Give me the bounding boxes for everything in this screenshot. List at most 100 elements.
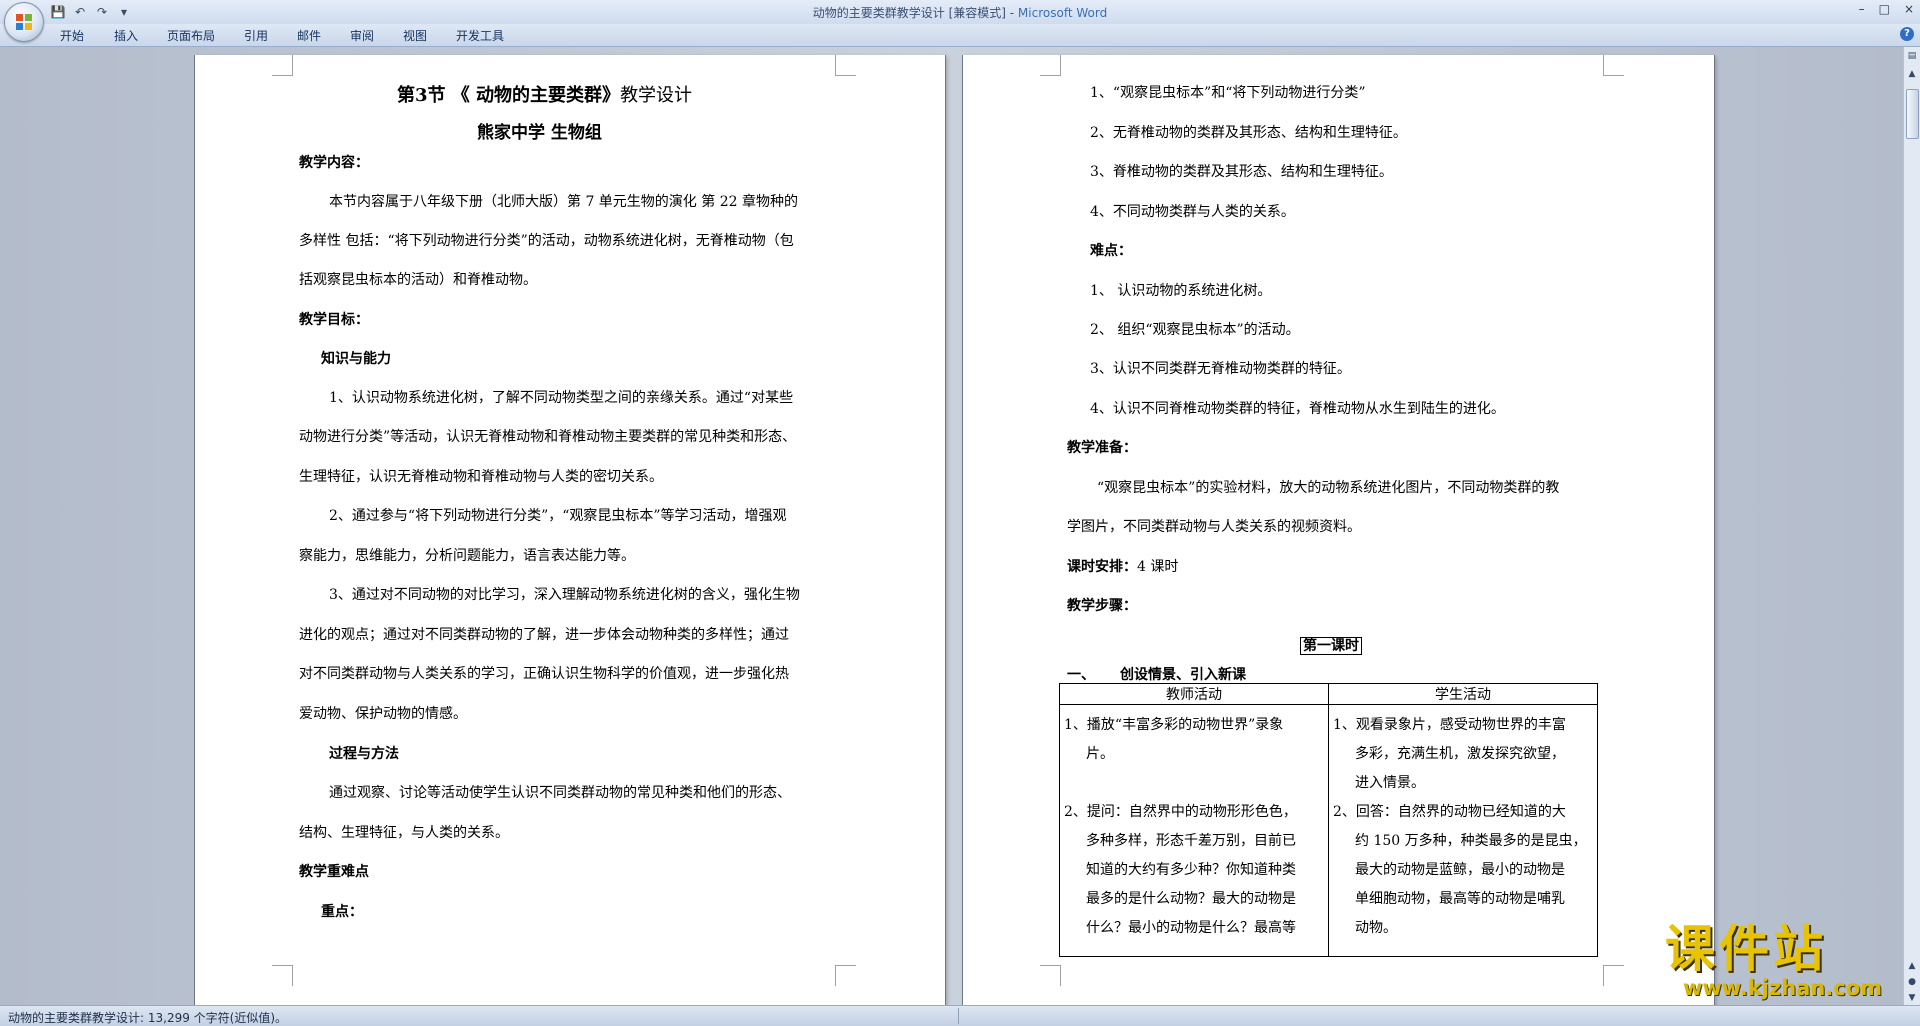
close-button[interactable]: × [1904,2,1914,16]
office-button[interactable] [4,2,44,42]
table-text: 多种多样，形态千差万别，目前已 [1086,833,1296,849]
paragraph-line: 察能力，思维能力，分析问题能力，语言表达能力等。 [299,548,635,564]
table-text: 动物。 [1355,920,1397,936]
paragraph-line: 多样性 包括：“将下列动物进行分类”的活动，动物系统进化树，无脊椎动物（包 [299,233,794,249]
list-item: 3、认识不同类群无脊椎动物类群的特征。 [1090,361,1351,377]
margin-corner [835,55,856,76]
next-page-icon[interactable]: ▼ [1905,991,1919,1005]
watermark-url: www.kjzhan.com [1683,976,1883,1000]
previous-page-icon[interactable]: ▲ [1905,959,1919,973]
document-page-2[interactable]: 1、“观察昆虫标本”和“将下列动物进行分类” 2、无脊椎动物的类群及其形态、结构… [963,55,1714,1015]
help-icon[interactable]: ? [1900,27,1914,41]
table-text [1064,769,1324,798]
tab-page-layout[interactable]: 页面布局 [167,27,215,44]
watermark-logo: 课件站 www.kjzhan.com [1665,922,1905,1002]
table-text: 1、观看录象片，感受动物世界的丰富 [1333,717,1566,733]
table-header: 教师活动 [1059,683,1329,705]
margin-corner [272,55,293,76]
tab-review[interactable]: 审阅 [350,27,374,44]
paragraph-line: 1、认识动物系统进化树，了解不同动物类型之间的亲缘关系。通过“对某些 [329,390,794,406]
office-logo-icon [16,14,32,30]
margin-corner [272,965,293,986]
table-text: 2、提问：自然界中的动物形形色色， [1064,804,1297,820]
tab-view[interactable]: 视图 [403,27,427,44]
table-text: 进入情景。 [1355,775,1425,791]
scroll-up-icon[interactable]: ▲ [1905,67,1919,81]
status-divider [958,1008,959,1024]
tab-references[interactable]: 引用 [244,27,268,44]
paragraph-line: 生理特征，认识无脊椎动物和脊椎动物与人类的密切关系。 [299,469,663,485]
subsection-heading: 难点： [1090,243,1132,259]
schedule-line: 课时安排：4 课时 [1067,559,1179,575]
scrollbar-thumb[interactable] [1906,89,1919,139]
section-heading: 教学准备： [1067,440,1137,456]
table-text: 最多的是什么动物？最大的动物是 [1086,891,1296,907]
list-item: 4、不同动物类群与人类的关系。 [1090,204,1295,220]
student-activity-cell: 1、观看录象片，感受动物世界的丰富 多彩，充满生机，激发探究欲望， 进入情景。 … [1328,704,1598,957]
list-item: 4、认识不同脊椎动物类群的特征，脊椎动物从水生到陆生的进化。 [1090,401,1505,417]
minimize-button[interactable]: – [1859,2,1865,16]
document-title-heading: 第3节 《 动物的主要类群》教学设计 [397,85,693,106]
list-item: 3、脊椎动物的类群及其形态、结构和生理特征。 [1090,164,1393,180]
subsection-heading: 重点： [321,904,363,920]
title-bar: 💾 ↶ ↷ ▾ 动物的主要类群教学设计 [兼容模式] - Microsoft W… [0,0,1920,24]
paragraph-line: 2、通过参与“将下列动物进行分类”，“观察昆虫标本”等学习活动，增强观 [329,508,787,524]
document-page-1[interactable]: 第3节 《 动物的主要类群》教学设计 熊家中学 生物组 教学内容： 本节内容属于… [195,55,945,1015]
step-heading: 创设情景、引入新课 [1120,667,1246,683]
paragraph-line: 括观察昆虫标本的活动）和脊椎动物。 [299,272,537,288]
table-text: 2、回答：自然界的动物已经知道的大 [1333,804,1566,820]
table-text: 片。 [1086,746,1114,762]
margin-corner [1040,55,1061,76]
ribbon-tabs: 开始 插入 页面布局 引用 邮件 审阅 视图 开发工具 [0,24,1920,47]
word-count-status[interactable]: 动物的主要类群教学设计: 13,299 个字符(近似值)。 [8,1009,287,1026]
margin-corner [835,965,856,986]
browse-object-icon[interactable]: ● [1905,975,1919,989]
list-item: 2、 组织“观察昆虫标本”的活动。 [1090,322,1300,338]
ruler-toggle-icon[interactable]: ▤ [1905,49,1919,63]
document-workspace: 第3节 《 动物的主要类群》教学设计 熊家中学 生物组 教学内容： 本节内容属于… [0,47,1904,1015]
table-text: 1、播放“丰富多彩的动物世界”录象 [1064,717,1284,733]
section-heading: 教学目标： [299,312,369,328]
paragraph-line: 爱动物、保护动物的情感。 [299,706,467,722]
window-title: 动物的主要类群教学设计 [兼容模式] - Microsoft Word [0,4,1920,21]
paragraph-line: 进化的观点；通过对不同类群动物的了解，进一步体会动物种类的多样性；通过 [299,627,789,643]
tab-insert[interactable]: 插入 [114,27,138,44]
document-title: 动物的主要类群教学设计 [兼容模式] - [812,6,1018,20]
table-text: 什么？最小的动物是什么？最高等 [1086,920,1296,936]
tab-mailings[interactable]: 邮件 [297,27,321,44]
table-text: 知道的大约有多少种？你知道种类 [1086,862,1296,878]
section-heading: 教学步骤： [1067,598,1137,614]
tab-developer[interactable]: 开发工具 [456,27,504,44]
list-item: 1、“观察昆虫标本”和“将下列动物进行分类” [1090,85,1366,101]
paragraph-line: “观察昆虫标本”的实验材料，放大的动物系统进化图片，不同动物类群的教 [1097,480,1560,496]
school-line: 熊家中学 生物组 [477,123,602,143]
subsection-heading: 知识与能力 [321,351,391,367]
subsection-heading: 过程与方法 [329,746,399,762]
paragraph-line: 学图片，不同类群动物与人类关系的视频资料。 [1067,519,1361,535]
teacher-activity-cell: 1、播放“丰富多彩的动物世界”录象 片。 2、提问：自然界中的动物形形色色， 多… [1059,704,1329,957]
step-number: 一、 [1067,667,1095,683]
table-text: 多彩，充满生机，激发探究欲望， [1355,746,1565,762]
margin-corner [1603,965,1624,986]
tab-home[interactable]: 开始 [60,27,84,44]
watermark-text: 课件站 [1665,920,1827,978]
margin-corner [1040,965,1061,986]
section-heading: 教学重难点 [299,864,369,880]
vertical-scrollbar[interactable]: ▤ ▲ ▲ ● ▼ [1903,47,1920,1005]
lesson-title: 第一课时 [1300,635,1362,655]
table-text: 约 150 万多种，种类最多的是昆虫， [1355,833,1587,849]
lesson-table: 教师活动 学生活动 1、播放“丰富多彩的动物世界”录象 片。 2、提问：自然界中… [1059,683,1598,957]
list-item: 2、无脊椎动物的类群及其形态、结构和生理特征。 [1090,125,1407,141]
maximize-button[interactable]: □ [1879,2,1890,16]
table-text: 最大的动物是蓝鲸，最小的动物是 [1355,862,1565,878]
paragraph-line: 本节内容属于八年级下册（北师大版）第 7 单元生物的演化 第 22 章物种的 [329,194,798,210]
margin-corner [1603,55,1624,76]
section-heading: 教学内容： [299,155,369,171]
paragraph-line: 动物进行分类”等活动，认识无脊椎动物和脊椎动物主要类群的常见种类和形态、 [299,429,797,445]
table-header: 学生活动 [1328,683,1598,705]
table-text: 单细胞动物，最高等的动物是哺乳 [1355,891,1565,907]
status-bar: 动物的主要类群教学设计: 13,299 个字符(近似值)。 [0,1005,1920,1026]
paragraph-line: 通过观察、讨论等活动使学生认识不同类群动物的常见种类和他们的形态、 [329,785,791,801]
paragraph-line: 3、通过对不同动物的对比学习，深入理解动物系统进化树的含义，强化生物 [329,587,800,603]
paragraph-line: 结构、生理特征，与人类的关系。 [299,825,509,841]
